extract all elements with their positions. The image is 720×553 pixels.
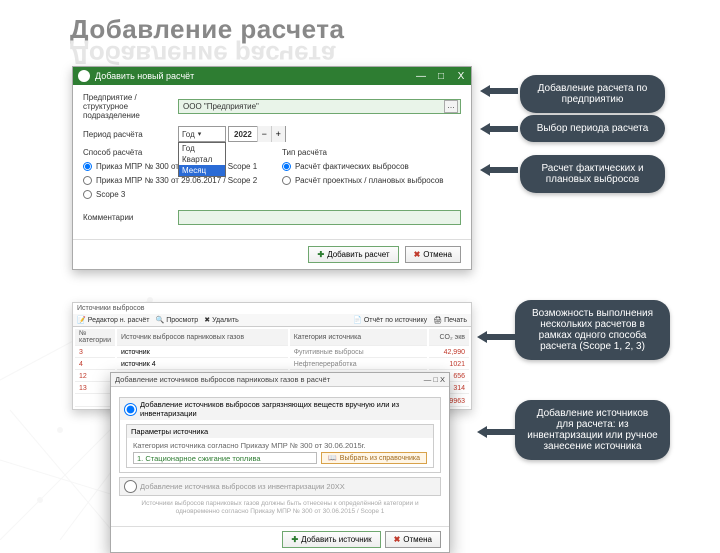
type-option-2[interactable]: Расчёт проектных / плановых выбросов (282, 176, 461, 185)
table-row[interactable]: 4источник 4Нефтепереработка1021 (75, 360, 469, 370)
col-src: Источник выбросов парниковых газов (117, 329, 288, 346)
group-from-inventory: Добавление источника выбросов из инвента… (119, 477, 441, 496)
radio-input[interactable] (282, 162, 291, 171)
callout-type: Расчет фактических и плановых выбросов (520, 155, 665, 193)
radio-input[interactable] (83, 162, 92, 171)
period-dropdown: Год Квартал Месяц (178, 142, 226, 177)
dialog-titlebar: Добавить новый расчёт — □ X (73, 67, 471, 85)
tab-delete[interactable]: ✖ Удалить (204, 316, 239, 324)
panel-caption: Источники выбросов (73, 303, 471, 314)
plus-icon: ✚ (291, 535, 298, 544)
plus-icon: ✚ (317, 250, 324, 259)
chevron-down-icon: ▾ (198, 130, 202, 138)
tab-view[interactable]: 🔍 Просмотр (156, 316, 199, 324)
period-select[interactable]: Год ▾ (178, 126, 226, 142)
cancel-icon: ✖ (414, 250, 421, 259)
enterprise-field[interactable]: ООО "Предприятие" … (178, 99, 461, 114)
tab-print[interactable]: 🖨 Печать (433, 316, 467, 324)
label-comments: Комментарии (83, 213, 178, 222)
radio-input[interactable] (282, 176, 291, 185)
arrow-icon (477, 425, 515, 439)
method-option-3[interactable]: Scope 3 (83, 190, 262, 199)
dialog2-title: Добавление источников выбросов парниковы… (115, 375, 330, 384)
radio-input[interactable] (83, 190, 92, 199)
period-selected: Год (182, 130, 195, 139)
radio-input[interactable] (83, 176, 92, 185)
callout-sources: Добавление источников для расчета: из ин… (515, 400, 670, 460)
year-increment[interactable]: + (271, 126, 285, 142)
label-enterprise: Предприятие / структурное подразделение (83, 93, 178, 120)
year-decrement[interactable]: − (257, 126, 271, 142)
cat-label: Категория источника согласно Приказу МПР… (133, 441, 427, 450)
cancel-icon: ✖ (394, 535, 401, 544)
label-type: Тип расчёта (282, 148, 461, 157)
group-manual: Добавление источников выбросов загрязняю… (119, 397, 441, 473)
window-maximize[interactable]: □ (433, 375, 438, 384)
method-option-2[interactable]: Приказ МПР № 330 от 29.06.2017 / Scope 2 (83, 176, 262, 185)
callout-enterprise: Добавление расчета по предприятию (520, 75, 665, 113)
type-option-1[interactable]: Расчёт фактических выбросов (282, 162, 461, 171)
arrow-icon (480, 84, 518, 98)
callout-period: Выбор периода расчета (520, 115, 665, 142)
sources-toolbar: 📝 Редактор н. расчёт 🔍 Просмотр ✖ Удалит… (73, 314, 471, 327)
col-num: № категории (75, 329, 115, 346)
category-field[interactable]: 1. Стационарное сжигание топлива (133, 452, 317, 464)
cancel-button[interactable]: ✖Отмена (405, 246, 461, 263)
arrow-icon (477, 330, 515, 344)
add-calculation-button[interactable]: ✚Добавить расчет (308, 246, 398, 263)
table-row[interactable]: 3источникФугитивные выбросы42,990 (75, 348, 469, 358)
enterprise-picker-button[interactable]: … (444, 100, 458, 113)
tab-editor[interactable]: 📝 Редактор н. расчёт (77, 316, 150, 324)
tab-report[interactable]: 📄 Отчёт по источнику (353, 316, 427, 324)
window-close[interactable]: X (451, 71, 471, 82)
period-option-year[interactable]: Год (179, 143, 225, 154)
period-option-month[interactable]: Месяц (179, 165, 225, 176)
method-option-1[interactable]: Приказ МПР № 300 от 30.06.2015 / Scope 1 (83, 162, 262, 171)
radio-manual[interactable] (124, 403, 137, 416)
dialog2-titlebar: Добавление источников выбросов парниковы… (111, 373, 449, 387)
pick-from-catalog-button[interactable]: 📖 Выбрать из справочника (321, 452, 427, 464)
callout-scope: Возможность выполнения нескольких расчет… (515, 300, 670, 360)
comments-field[interactable] (178, 210, 461, 225)
arrow-icon (480, 122, 518, 136)
col-co2: CO₂ экв (429, 329, 469, 346)
window-minimize[interactable]: — (424, 375, 432, 384)
arrow-icon (480, 163, 518, 177)
enterprise-value: ООО "Предприятие" (183, 102, 259, 111)
window-minimize[interactable]: — (411, 71, 431, 82)
label-method: Способ расчёта (83, 148, 262, 157)
dialog-title: Добавить новый расчёт (95, 71, 194, 81)
add-source-button[interactable]: ✚Добавить источник (282, 531, 380, 548)
params-title: Параметры источника (127, 425, 433, 438)
auto-fill-note: Источники выбросов парниковых газов долж… (129, 500, 431, 516)
window-close[interactable]: X (440, 375, 445, 384)
radio-inventory[interactable] (124, 480, 137, 493)
cancel-button[interactable]: ✖Отмена (385, 531, 441, 548)
window-maximize[interactable]: □ (431, 71, 451, 82)
period-option-quarter[interactable]: Квартал (179, 154, 225, 165)
add-calculation-dialog: Добавить новый расчёт — □ X Предприятие … (72, 66, 472, 270)
year-stepper: 2022 − + (228, 126, 286, 142)
table-header-row: № категории Источник выбросов парниковых… (75, 329, 469, 346)
col-cat: Категория источника (290, 329, 427, 346)
app-icon (78, 70, 90, 82)
year-value: 2022 (229, 130, 257, 139)
label-period: Период расчёта (83, 130, 178, 139)
add-source-dialog: Добавление источников выбросов парниковы… (110, 372, 450, 553)
